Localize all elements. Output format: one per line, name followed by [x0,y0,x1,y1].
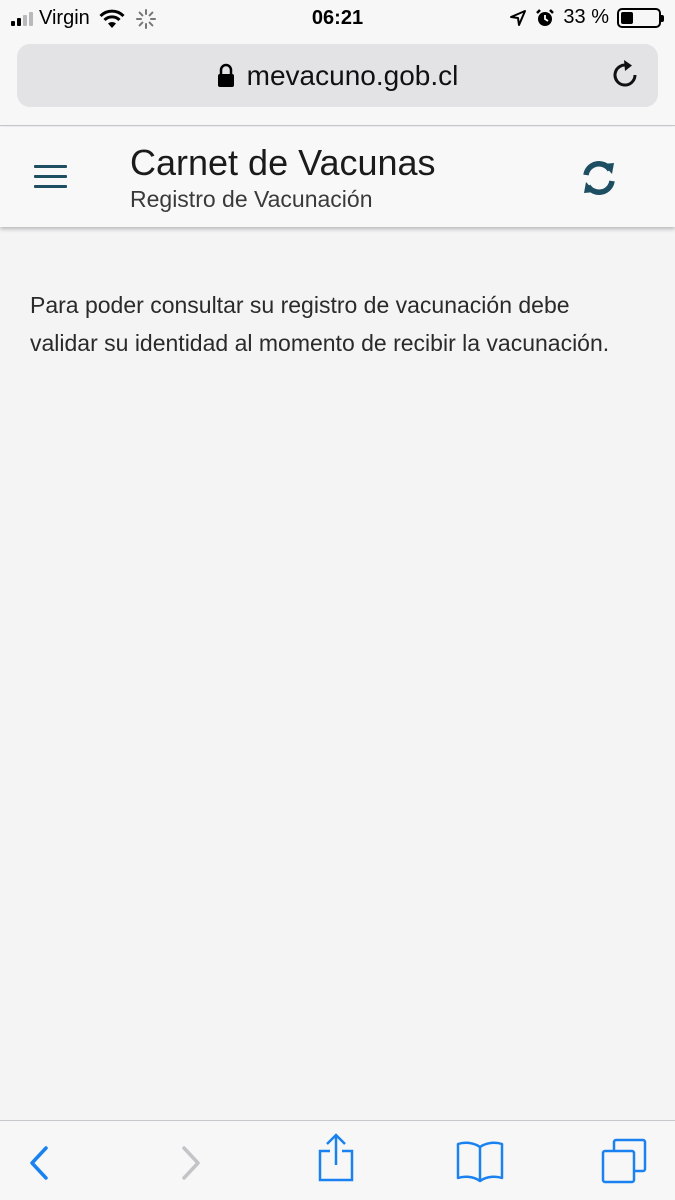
location-arrow-icon [510,9,527,26]
app-header: Carnet de Vacunas Registro de Vacunación [0,127,675,227]
alarm-icon [536,8,555,26]
forward-icon [182,1146,200,1180]
battery-percent: 33 % [563,6,609,28]
page-title: Carnet de Vacunas [130,142,436,183]
sync-icon[interactable] [579,158,619,198]
url-text: mevacuno.gob.cl [246,59,459,91]
hamburger-menu-icon[interactable] [34,165,67,189]
browser-toolbar: mevacuno.gob.cl [0,38,675,126]
status-bar: Virgin 06:21 33 % [0,0,675,38]
page-subtitle: Registro de Vacunación [130,185,373,212]
address-bar[interactable]: mevacuno.gob.cl [17,44,658,107]
lock-icon [217,63,234,87]
tabs-icon[interactable] [600,1137,648,1185]
battery-icon [617,7,664,28]
status-right: 33 % [509,6,664,29]
header-titles: Carnet de Vacunas Registro de Vacunación [130,144,436,213]
reload-icon[interactable] [608,58,642,92]
browser-bottom-toolbar [0,1120,675,1200]
main-message: Para poder consultar su registro de vacu… [30,292,610,356]
back-icon[interactable] [28,1146,50,1180]
share-icon[interactable] [316,1133,356,1183]
bookmarks-icon[interactable] [455,1139,505,1183]
